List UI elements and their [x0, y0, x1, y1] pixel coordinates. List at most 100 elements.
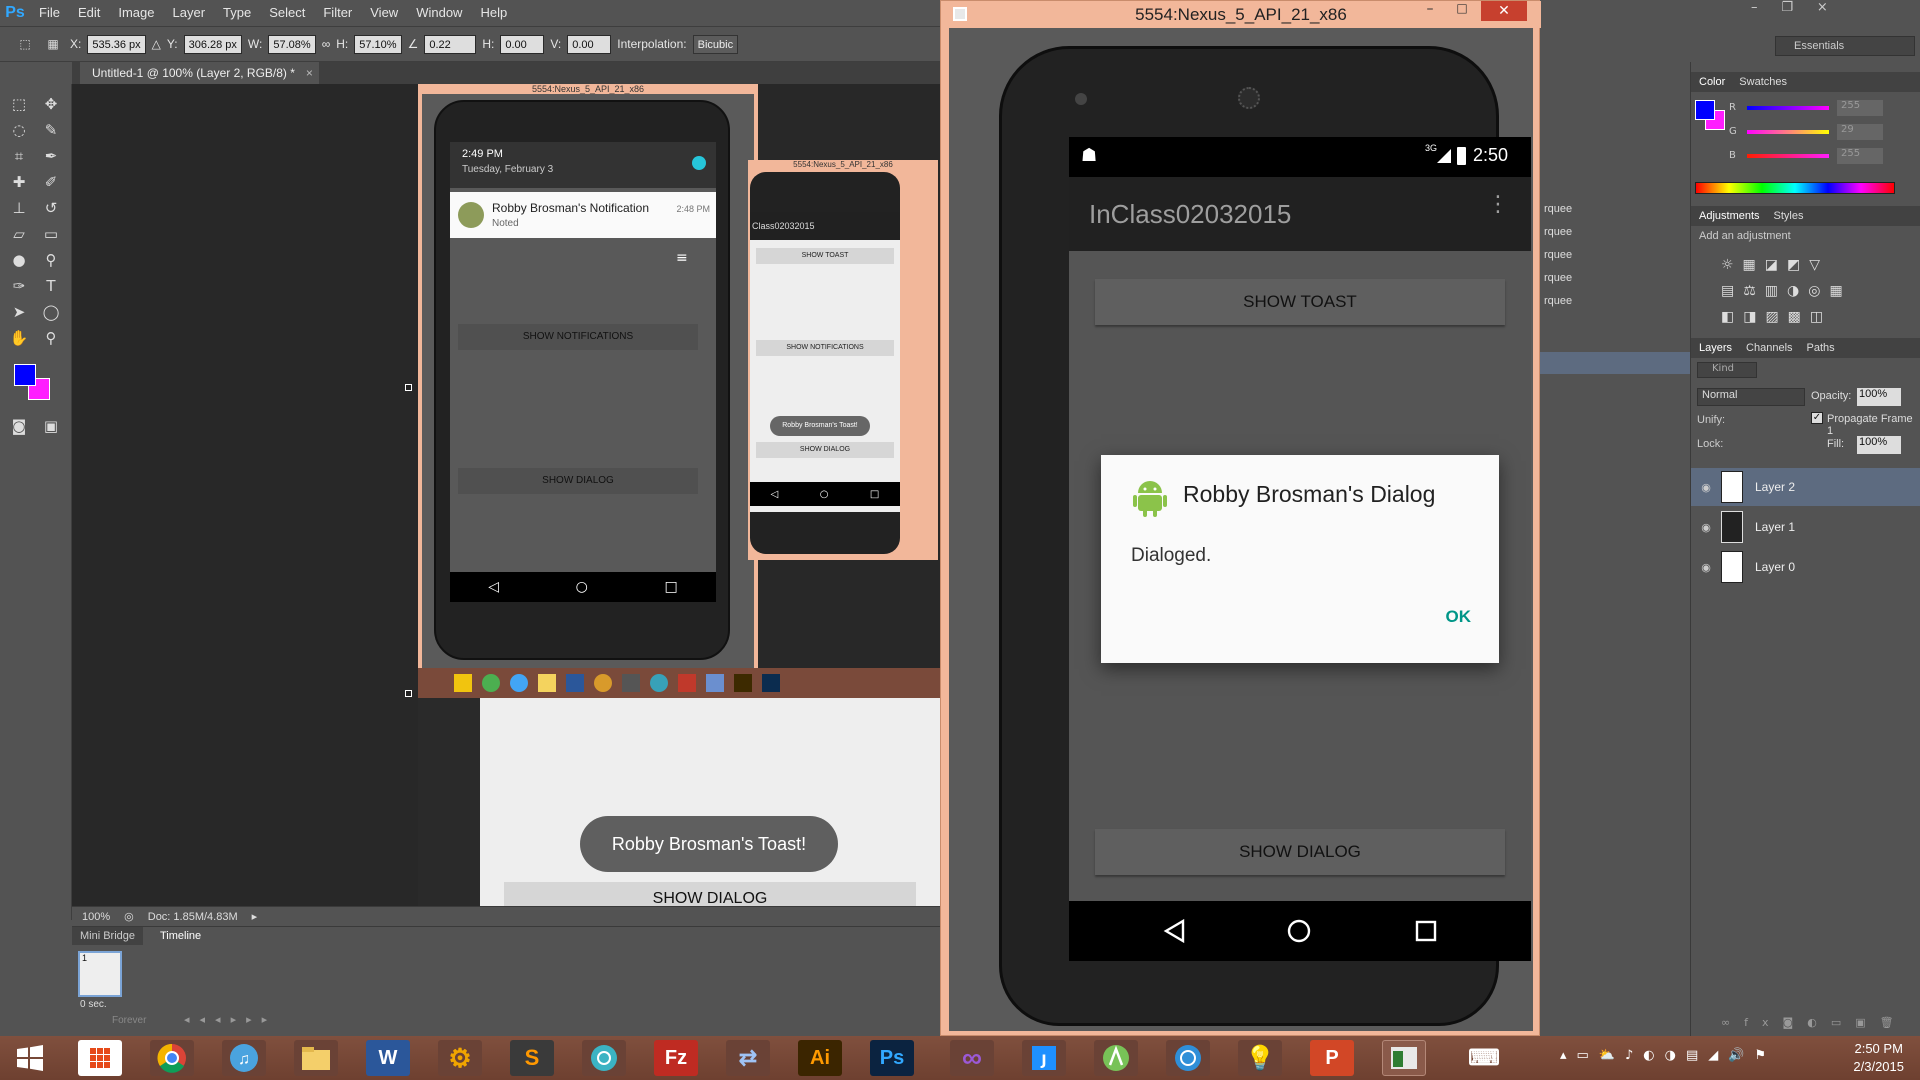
dialog-ok-button[interactable]: OK [1446, 607, 1472, 627]
menu-layer[interactable]: Layer [164, 0, 215, 26]
adjustment-icons[interactable]: ☼▦◪◩▽ ▤⚖▥◑◎▦ ◧◨▨▩◫ [1721, 252, 1881, 330]
back-icon[interactable]: ◁ [488, 579, 499, 595]
hand-tool-icon[interactable]: ✋ [6, 326, 32, 350]
path-select-tool-icon[interactable]: ➤ [6, 300, 32, 324]
r-slider[interactable] [1747, 106, 1829, 110]
b-slider[interactable] [1747, 154, 1829, 158]
itunes-icon[interactable]: ♫ [222, 1040, 266, 1076]
menu-file[interactable]: File [30, 0, 69, 26]
ellipse-tool-icon[interactable]: ◯ [38, 300, 64, 324]
jetbrains-icon[interactable]: J [1022, 1040, 1066, 1076]
h-field[interactable]: 57.10% [354, 34, 402, 54]
dodge-tool-icon[interactable]: ⚲ [38, 248, 64, 272]
layer-row[interactable]: ◉ Layer 1 [1691, 508, 1920, 546]
menu-image[interactable]: Image [109, 0, 163, 26]
interpolation-select[interactable]: Bicubic [692, 34, 739, 54]
layer-row[interactable]: ◉ Layer 2 [1691, 468, 1920, 506]
show-dialog-button[interactable]: SHOW DIALOG [1095, 829, 1505, 875]
foreground-color-swatch[interactable] [14, 364, 36, 386]
canvas-notification-card[interactable]: Robby Brosman's Notification Noted 2:48 … [450, 192, 716, 238]
menu-type[interactable]: Type [214, 0, 260, 26]
tab-channels[interactable]: Channels [1746, 342, 1792, 354]
history-item[interactable]: rquee [1544, 267, 1690, 290]
blur-tool-icon[interactable]: ● [6, 248, 32, 272]
show-toast-button[interactable]: SHOW TOAST [1095, 279, 1505, 325]
color-foreground[interactable] [1695, 100, 1715, 120]
b-field[interactable]: 255 [1837, 148, 1883, 164]
menu-edit[interactable]: Edit [69, 0, 109, 26]
tab-timeline[interactable]: Timeline [152, 927, 210, 945]
home-icon[interactable]: ○ [576, 579, 588, 595]
photoshop-icon[interactable]: Ps [870, 1040, 914, 1076]
small-show-dialog-button[interactable]: SHOW DIALOG [756, 442, 894, 458]
word-icon[interactable]: W [366, 1040, 410, 1076]
loop-select[interactable]: Forever [112, 1015, 146, 1026]
g-field[interactable]: 29 [1837, 124, 1883, 140]
chrome-icon[interactable] [150, 1040, 194, 1076]
quick-mask-icon[interactable]: ◙ [6, 414, 32, 438]
recents-icon[interactable]: □ [664, 579, 677, 595]
opacity-field[interactable]: 100% [1857, 388, 1901, 406]
canvas-show-notifications-button[interactable]: SHOW NOTIFICATIONS [458, 324, 698, 350]
workspace-select[interactable]: Essentials [1775, 36, 1915, 56]
x-field[interactable]: 535.36 px [87, 34, 146, 54]
document-tab[interactable]: Untitled-1 @ 100% (Layer 2, RGB/8) * × [80, 62, 319, 84]
tab-color[interactable]: Color [1699, 76, 1725, 88]
menu-window[interactable]: Window [407, 0, 471, 26]
close-icon[interactable]: × [306, 62, 313, 84]
layer-filter-kind[interactable]: Kind [1697, 362, 1757, 378]
sublime-icon[interactable]: S [510, 1040, 554, 1076]
menu-select[interactable]: Select [260, 0, 314, 26]
emulator-window-icon[interactable] [1382, 1040, 1426, 1076]
r-field[interactable]: 255 [1837, 100, 1883, 116]
tab-swatches[interactable]: Swatches [1739, 76, 1787, 88]
canvas-bottom-dialog-button[interactable]: SHOW DIALOG [504, 882, 916, 906]
recents-icon[interactable] [1415, 920, 1437, 942]
history-item[interactable]: rquee [1544, 221, 1690, 244]
small-show-notifications-button[interactable]: SHOW NOTIFICATIONS [756, 340, 894, 356]
browser-2-icon[interactable] [1166, 1040, 1210, 1076]
type-tool-icon[interactable]: T [38, 274, 64, 298]
back-icon[interactable]: ◁ [771, 489, 779, 500]
vskew-field[interactable]: 0.00 [567, 34, 612, 54]
hskew-field[interactable]: 0.00 [500, 34, 545, 54]
taskbar-clock[interactable]: 2:50 PM 2/3/2015 [1853, 1040, 1904, 1076]
link-icon[interactable]: ∞ [322, 37, 331, 51]
zoom-level[interactable]: 100% [82, 911, 110, 923]
eye-icon[interactable]: ◉ [1691, 481, 1721, 494]
menu-filter[interactable]: Filter [314, 0, 361, 26]
canvas-show-dialog-button[interactable]: SHOW DIALOG [458, 468, 698, 494]
propagate-checkbox[interactable]: ✓ [1811, 412, 1823, 424]
minimize-icon[interactable]: – [1417, 1, 1443, 23]
stamp-tool-icon[interactable]: ⊥ [6, 196, 32, 220]
gradient-tool-icon[interactable]: ▭ [38, 222, 64, 246]
crop-tool-icon[interactable]: ⌗ [6, 144, 32, 168]
history-brush-icon[interactable]: ↺ [38, 196, 64, 220]
network-2-icon[interactable]: ⇄ [726, 1040, 770, 1076]
quick-select-tool-icon[interactable]: ✎ [38, 118, 64, 142]
healing-tool-icon[interactable]: ✚ [6, 170, 32, 194]
lasso-tool-icon[interactable]: ◌ [6, 118, 32, 142]
history-item[interactable]: rquee [1544, 198, 1690, 221]
zoom-tool-icon[interactable]: ⚲ [38, 326, 64, 350]
tab-styles[interactable]: Styles [1774, 210, 1804, 222]
history-item[interactable]: rquee [1544, 244, 1690, 267]
screen-mode-icon[interactable]: ▣ [38, 414, 64, 438]
y-field[interactable]: 306.28 px [183, 34, 242, 54]
w-field[interactable]: 57.08% [268, 34, 316, 54]
frame-delay[interactable]: 0 sec. [80, 999, 107, 1010]
start-button[interactable] [8, 1040, 52, 1076]
clear-all-icon[interactable]: ≡ [676, 250, 688, 266]
marquee-tool-icon[interactable]: ⬚ [6, 92, 32, 116]
layer-actions[interactable]: ∞fx◙◐▭▣🗑 [1721, 1016, 1908, 1029]
eraser-tool-icon[interactable]: ▱ [6, 222, 32, 246]
pen-tool-icon[interactable]: ✑ [6, 274, 32, 298]
menu-view[interactable]: View [361, 0, 407, 26]
transform-handle[interactable] [405, 384, 412, 391]
playback-controls[interactable]: ◂◂◂▸▸▸ [184, 1013, 277, 1026]
g-slider[interactable] [1747, 130, 1829, 134]
file-explorer-icon[interactable] [294, 1040, 338, 1076]
network-icon[interactable] [582, 1040, 626, 1076]
tab-mini-bridge[interactable]: Mini Bridge [72, 927, 144, 945]
apps-grid-icon[interactable] [78, 1040, 122, 1076]
